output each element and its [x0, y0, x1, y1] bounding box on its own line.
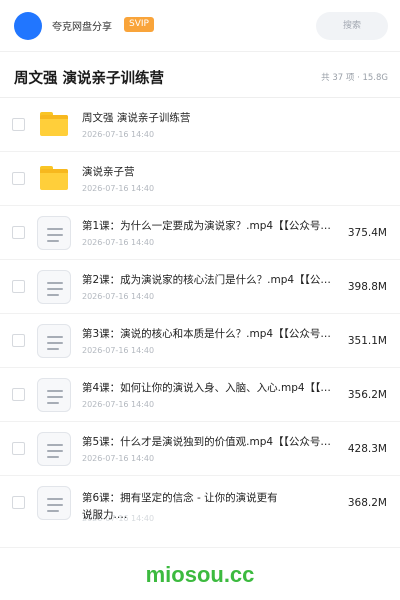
item-size: 368.2M	[347, 497, 387, 509]
item-name: 第5课：什么才是演说独到的价值观.mp4【【公众号…	[82, 436, 331, 448]
document-icon	[37, 324, 71, 358]
row-checkbox[interactable]	[12, 280, 25, 293]
watermark: miosou.cc	[145, 562, 255, 587]
list-item[interactable]: 2026-07-16 14:40 第6课：拥有坚定的信念 - 让你的演说更有说服…	[0, 476, 400, 548]
row-checkbox[interactable]	[12, 118, 25, 131]
folder-title-bar: 周文强 演说亲子训练营 共 37 项 · 15.8G	[0, 52, 400, 98]
svip-badge: SVIP	[124, 17, 154, 32]
list-item[interactable]: 演说亲子营 2026-07-16 14:40	[0, 152, 400, 206]
item-date: 2026-07-16 14:40	[82, 292, 155, 301]
item-name: 周文强 演说亲子训练营	[82, 112, 191, 124]
item-name: 演说亲子营	[82, 166, 135, 178]
avatar[interactable]	[14, 12, 42, 40]
document-icon	[37, 378, 71, 412]
folder-icon	[40, 166, 68, 190]
item-date: 2026-07-16 14:40	[82, 238, 155, 247]
item-date: 2026-07-16 14:40	[82, 346, 155, 355]
list-item[interactable]: 第1课：为什么一定要成为演说家？.mp4【【公众号… 2026-07-16 14…	[0, 206, 400, 260]
document-icon	[37, 432, 71, 466]
top-bar: 夸克网盘分享 SVIP 搜索	[0, 0, 400, 52]
folder-icon	[40, 112, 68, 136]
row-checkbox[interactable]	[12, 334, 25, 347]
search-button[interactable]: 搜索	[316, 12, 388, 40]
item-date: 2026-07-16 14:40	[82, 400, 155, 409]
list-item[interactable]: 第5课：什么才是演说独到的价值观.mp4【【公众号… 2026-07-16 14…	[0, 422, 400, 476]
row-checkbox[interactable]	[12, 388, 25, 401]
item-size: 428.3M	[347, 443, 387, 455]
list-item[interactable]: 周文强 演说亲子训练营 2026-07-16 14:40	[0, 98, 400, 152]
item-name: 第3课：演说的核心和本质是什么？.mp4【【公众号…	[82, 328, 331, 340]
list-item[interactable]: 第2课：成为演说家的核心法门是什么？.mp4【【公… 2026-07-16 14…	[0, 260, 400, 314]
list-item[interactable]: 第3课：演说的核心和本质是什么？.mp4【【公众号… 2026-07-16 14…	[0, 314, 400, 368]
document-icon	[37, 216, 71, 250]
list-item[interactable]: 第4课：如何让你的演说入身、入脑、入心.mp4【【… 2026-07-16 14…	[0, 368, 400, 422]
item-name: 第2课：成为演说家的核心法门是什么？.mp4【【公…	[82, 274, 331, 286]
document-icon	[37, 270, 71, 304]
row-checkbox[interactable]	[12, 442, 25, 455]
row-checkbox[interactable]	[12, 496, 25, 509]
item-date: 2026-07-16 14:40	[82, 130, 155, 139]
brand-label: 夸克网盘分享	[52, 22, 112, 33]
item-name: 第4课：如何让你的演说入身、入脑、入心.mp4【【…	[82, 382, 331, 394]
row-checkbox[interactable]	[12, 172, 25, 185]
row-checkbox[interactable]	[12, 226, 25, 239]
item-size: 398.8M	[347, 281, 387, 293]
item-name: 第1课：为什么一定要成为演说家？.mp4【【公众号…	[82, 220, 331, 232]
item-size: 375.4M	[347, 227, 387, 239]
item-date: 2026-07-16 14:40	[82, 454, 155, 463]
item-size: 351.1M	[347, 335, 387, 347]
item-name: 第6课：拥有坚定的信念 - 让你的演说更有说服力.…	[82, 492, 278, 521]
document-icon	[37, 486, 71, 520]
item-date: 2026-07-16 14:40	[82, 184, 155, 193]
item-size: 356.2M	[347, 389, 387, 401]
page-title: 周文强 演说亲子训练营	[14, 71, 165, 87]
folder-meta: 共 37 项 · 15.8G	[321, 73, 388, 83]
